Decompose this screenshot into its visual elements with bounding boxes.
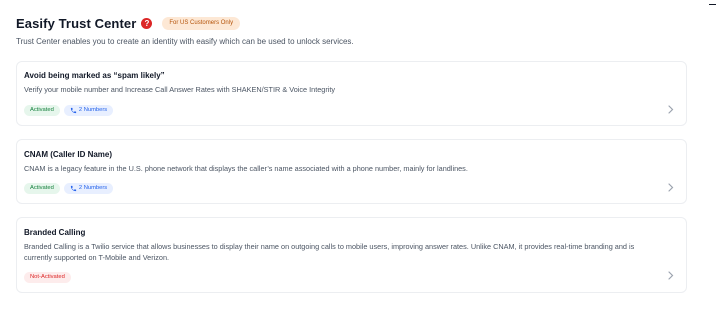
chevron-right-icon[interactable] [666, 182, 676, 192]
service-card-branded-calling[interactable]: Branded Calling Branded Calling is a Twi… [16, 217, 687, 293]
service-card-spam-likely[interactable]: Avoid being marked as “spam likely” Veri… [16, 61, 687, 126]
card-title: Avoid being marked as “spam likely” [24, 71, 165, 80]
phone-icon [70, 107, 76, 114]
status-badge: Activated [24, 183, 60, 194]
card-badges: Activated 2 Numbers [24, 183, 114, 194]
card-badges: Not-Activated [24, 272, 71, 283]
title-row: Easify Trust Center ? For US Customers O… [16, 14, 700, 32]
numbers-badge[interactable]: 2 Numbers [63, 183, 114, 194]
numbers-badge-label: 2 Numbers [78, 185, 108, 191]
phone-icon [70, 185, 76, 192]
chevron-right-icon[interactable] [666, 270, 676, 280]
window-edge-mark [709, 4, 716, 5]
card-title: Branded Calling [24, 228, 86, 237]
card-badges: Activated 2 Numbers [24, 105, 114, 116]
page-header: Easify Trust Center ? For US Customers O… [16, 14, 700, 47]
status-badge: Activated [24, 105, 60, 116]
region-badge: For US Customers Only [162, 16, 241, 30]
chevron-right-icon[interactable] [666, 104, 676, 114]
card-description: CNAM is a legacy feature in the U.S. pho… [24, 164, 468, 173]
numbers-badge-label: 2 Numbers [78, 107, 108, 113]
card-description: Verify your mobile number and Increase C… [24, 85, 336, 94]
numbers-badge[interactable]: 2 Numbers [63, 105, 114, 116]
status-badge: Not-Activated [24, 272, 71, 283]
service-card-cnam[interactable]: CNAM (Caller ID Name) CNAM is a legacy f… [16, 139, 687, 204]
page-subtitle: Trust Center enables you to create an id… [16, 37, 354, 46]
question-circle-icon[interactable]: ? [141, 17, 153, 29]
page-title: Easify Trust Center [16, 15, 137, 31]
card-title: CNAM (Caller ID Name) [24, 150, 113, 159]
card-description: Branded Calling is a Twilio service that… [24, 242, 635, 262]
